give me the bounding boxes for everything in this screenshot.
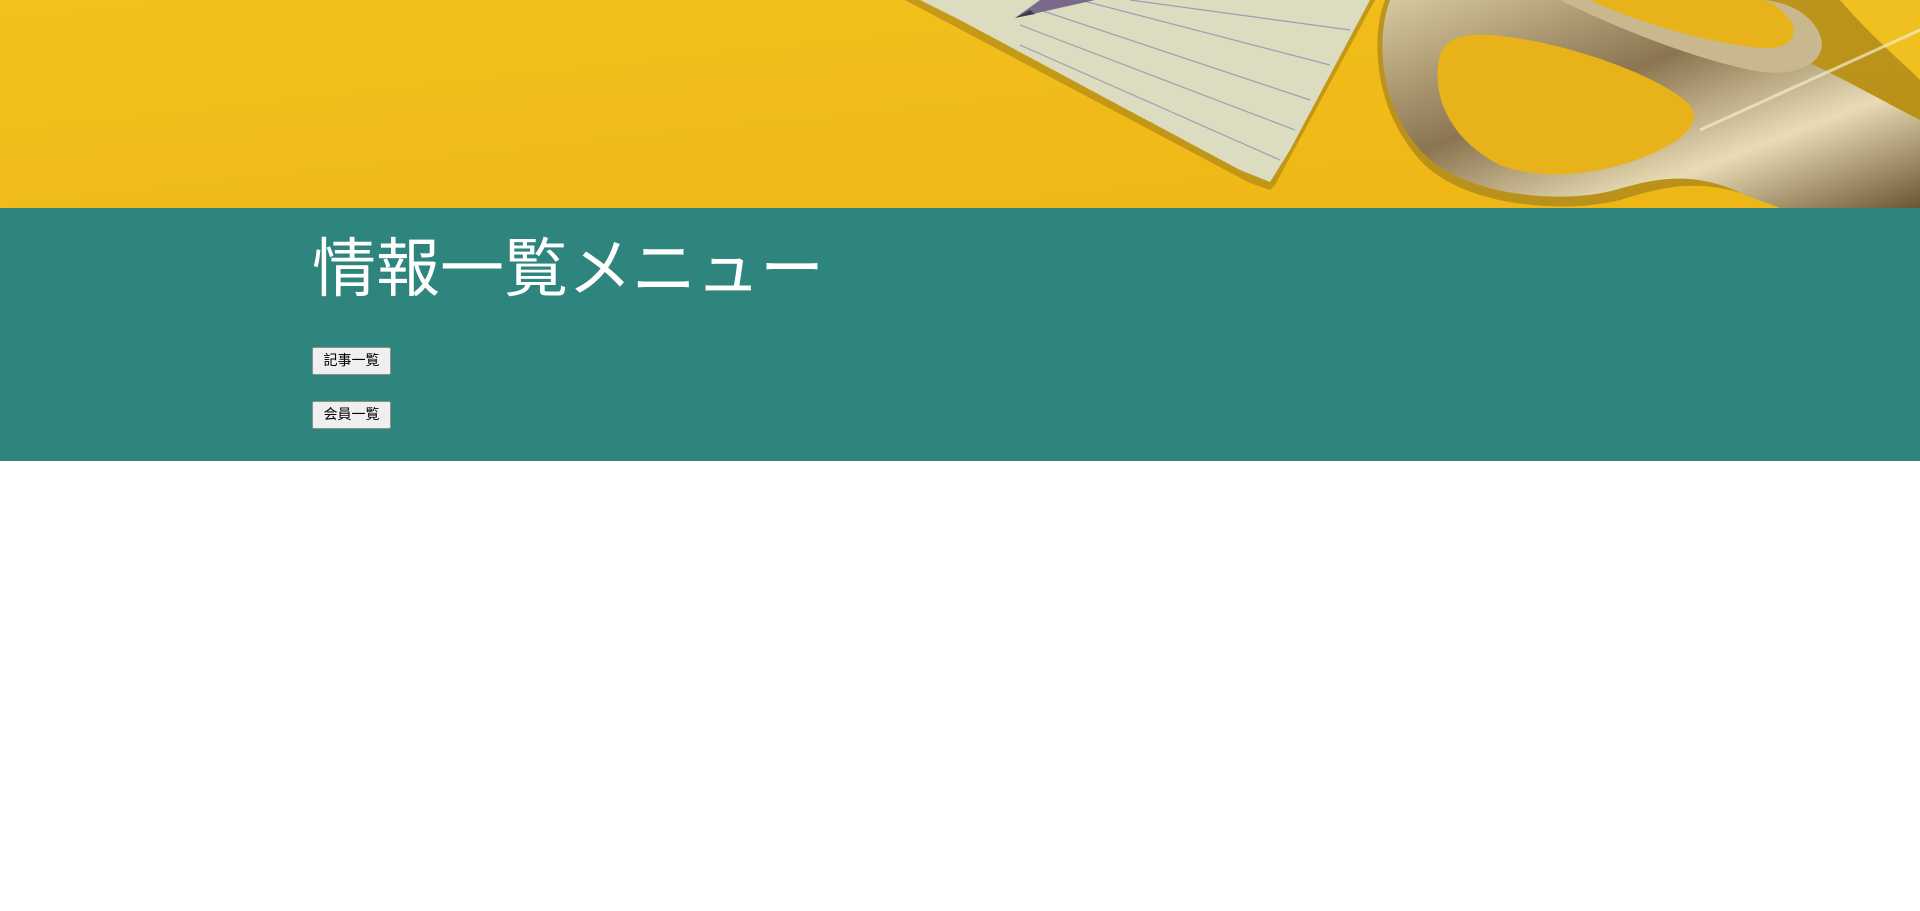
hero-banner-image [0, 0, 1920, 208]
article-list-button[interactable]: 記事一覧 [312, 347, 391, 375]
hero-illustration [0, 0, 1920, 208]
member-list-button[interactable]: 会員一覧 [312, 401, 391, 429]
empty-content-area [0, 461, 1920, 911]
page-title: 情報一覧メニュー [312, 233, 824, 307]
menu-panel: 情報一覧メニュー 記事一覧 会員一覧 [0, 208, 1920, 461]
scissors-image [1377, 0, 1920, 208]
